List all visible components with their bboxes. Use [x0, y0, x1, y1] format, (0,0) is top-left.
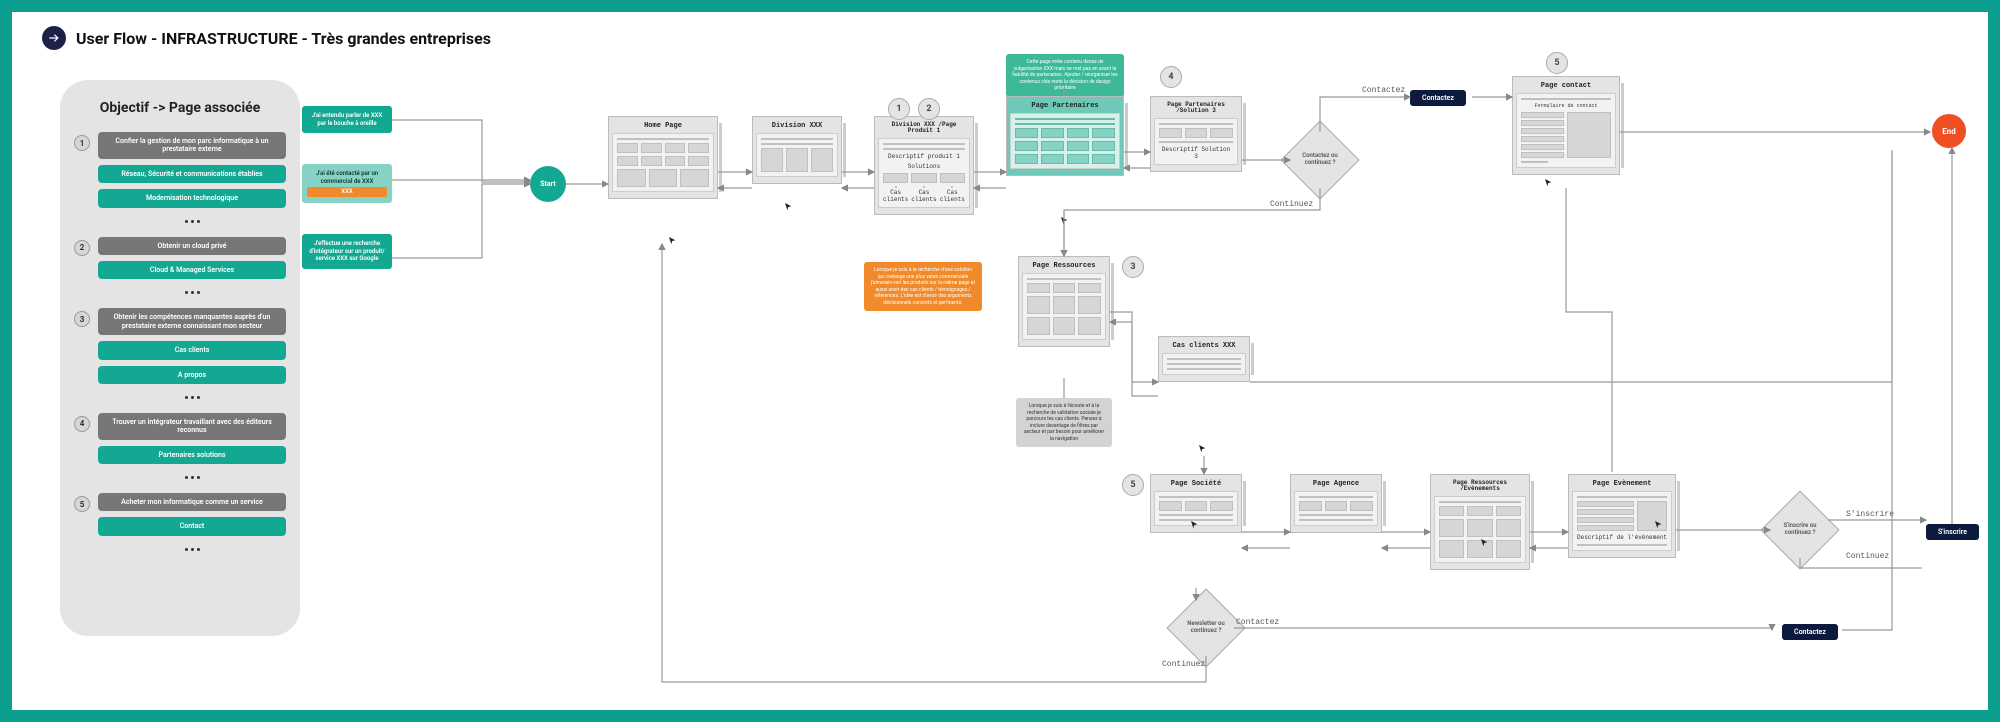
diagram-title-row: User Flow - INFRASTRUCTURE - Très grande…	[42, 26, 491, 50]
tag-5b: 5	[1546, 52, 1568, 74]
cta-contactez-2[interactable]: Contactez	[1782, 624, 1838, 640]
cursor-icon	[1199, 445, 1207, 453]
page-division-title: Division XXX	[756, 120, 838, 133]
note-orange: Lorsque je suis à la recherche d'une sol…	[864, 262, 982, 311]
sidebar-index: 5	[74, 496, 90, 512]
ellipsis-icon	[185, 220, 200, 223]
cursor-icon	[1191, 521, 1199, 529]
page-cas-clients: Cas clients XXX	[1158, 336, 1250, 382]
page-pill: Partenaires solutions	[98, 446, 286, 464]
page-partenaires-title: Page Partenaires	[1010, 100, 1120, 113]
sidebar-index: 2	[74, 240, 90, 256]
page-partenaires-solution: Page Partenaires /Solution 3 Descriptif …	[1150, 96, 1242, 172]
flow-canvas: User Flow - INFRASTRUCTURE - Très grande…	[12, 12, 1988, 710]
sidebar-panel: Objectif -> Page associée 1 Confier la ge…	[60, 80, 300, 636]
page-ressources-title: Page Ressources	[1022, 260, 1106, 273]
cursor-icon	[785, 203, 793, 211]
label-continuez-2: Continuez	[1162, 660, 1205, 669]
end-node: End	[1932, 114, 1966, 148]
label-contactez-1: Contactez	[1362, 86, 1405, 95]
cursor-icon	[1481, 539, 1489, 547]
label-continuez-3: Continuez	[1846, 552, 1889, 561]
page-evenement: Page Evènement Descriptif de l'évènement	[1568, 474, 1676, 558]
page-pill: Contact	[98, 517, 286, 535]
page-ressources: Page Ressources	[1018, 256, 1110, 347]
entry-node-2: J'ai été contacté par un commercial de X…	[302, 164, 392, 203]
entry-node-3: J'effectue une recherche d'intégrateur s…	[302, 234, 392, 269]
tag-2: 2	[918, 98, 940, 120]
tag-4: 4	[1160, 66, 1182, 88]
page-cas-clients-title: Cas clients XXX	[1162, 340, 1246, 353]
page-pill: Réseau, Sécurité et communications établ…	[98, 165, 286, 183]
objective-pill: Acheter mon informatique comme un servic…	[98, 493, 286, 511]
page-agence: Page Agence	[1290, 474, 1382, 533]
page-division: Division XXX	[752, 116, 842, 184]
cursor-icon	[1061, 217, 1069, 225]
entry-node-1: J'ai entendu parler de XXX par le bouche…	[302, 106, 392, 133]
page-pill: Modernisation technologique	[98, 189, 286, 207]
page-societe-title: Page Société	[1154, 478, 1238, 491]
objective-pill: Obtenir les compétences manquantes auprè…	[98, 308, 286, 335]
sidebar-section: 4 Trouver un intégrateur travaillant avec…	[74, 413, 286, 485]
sidebar-index: 3	[74, 311, 90, 327]
cursor-icon	[1655, 521, 1663, 529]
tag-5: 5	[1122, 474, 1144, 496]
ellipsis-icon	[185, 291, 200, 294]
page-contact: Page contact Formulaire de contact	[1512, 76, 1620, 175]
decision-contact-1: Contactez ou continuez ?	[1280, 120, 1359, 199]
sidebar-section: 2 Obtenir un cloud privé Cloud & Managed S…	[74, 237, 286, 301]
page-partenaires: Page Partenaires	[1006, 96, 1124, 176]
cursor-icon	[1545, 179, 1553, 187]
decision-inscrire: S'inscrire ou continuez ?	[1760, 490, 1839, 569]
page-evenement-title: Page Evènement	[1572, 478, 1672, 491]
label-sinscrire: S'inscrire	[1846, 510, 1894, 519]
sidebar-section: 5 Acheter mon informatique comme un servi…	[74, 493, 286, 557]
title-arrow-icon	[42, 26, 66, 50]
tag-3: 3	[1122, 256, 1144, 278]
sidebar-section: 1 Confier la gestion de mon parc informat…	[74, 132, 286, 229]
sidebar-section: 3 Obtenir les compétences manquantes aupr…	[74, 308, 286, 405]
cta-sinscrire[interactable]: S'inscrire	[1926, 524, 1979, 540]
page-pill: Cloud & Managed Services	[98, 261, 286, 279]
objective-pill: Trouver un intégrateur travaillant avec …	[98, 413, 286, 440]
note-green: Cette page mêle contenu dense de vulgari…	[1006, 54, 1124, 97]
decision-newsletter: Newsletter ou continuez ?	[1166, 588, 1245, 667]
page-agence-title: Page Agence	[1294, 478, 1378, 491]
page-division-product: Division XXX /Page Produit 1 Descriptif …	[874, 116, 974, 215]
orange-fragment-icon: XXX	[307, 187, 387, 197]
ellipsis-icon	[185, 476, 200, 479]
objective-pill: Confier la gestion de mon parc informati…	[98, 132, 286, 159]
page-contact-title: Page contact	[1516, 80, 1616, 93]
page-division-product-title: Division XXX /Page Produit 1	[878, 120, 970, 138]
label-contactez-2: Contactez	[1236, 618, 1279, 627]
sidebar-index: 1	[74, 135, 90, 151]
page-ressources-evenements-title: Page Ressources /Evènements	[1434, 478, 1526, 496]
ellipsis-icon	[185, 396, 200, 399]
page-home: Home Page	[608, 116, 718, 199]
tag-1: 1	[888, 98, 910, 120]
label-continuez-1: Continuez	[1270, 200, 1313, 209]
page-pill: A propos	[98, 366, 286, 384]
page-societe: Page Société	[1150, 474, 1242, 533]
cta-contactez-1[interactable]: Contactez	[1410, 90, 1466, 106]
sidebar-index: 4	[74, 416, 90, 432]
page-pill: Cas clients	[98, 341, 286, 359]
page-partenaires-solution-title: Page Partenaires /Solution 3	[1154, 100, 1238, 118]
note-gray: Lorsque je suis à l'écoute et à la reche…	[1016, 398, 1112, 447]
cursor-icon	[669, 237, 677, 245]
diagram-title: User Flow - INFRASTRUCTURE - Très grande…	[76, 29, 491, 48]
objective-pill: Obtenir un cloud privé	[98, 237, 286, 255]
ellipsis-icon	[185, 548, 200, 551]
page-ressources-evenements: Page Ressources /Evènements	[1430, 474, 1530, 570]
sidebar-title: Objectif -> Page associée	[74, 100, 286, 116]
page-home-title: Home Page	[612, 120, 714, 133]
start-node: Start	[530, 166, 566, 202]
